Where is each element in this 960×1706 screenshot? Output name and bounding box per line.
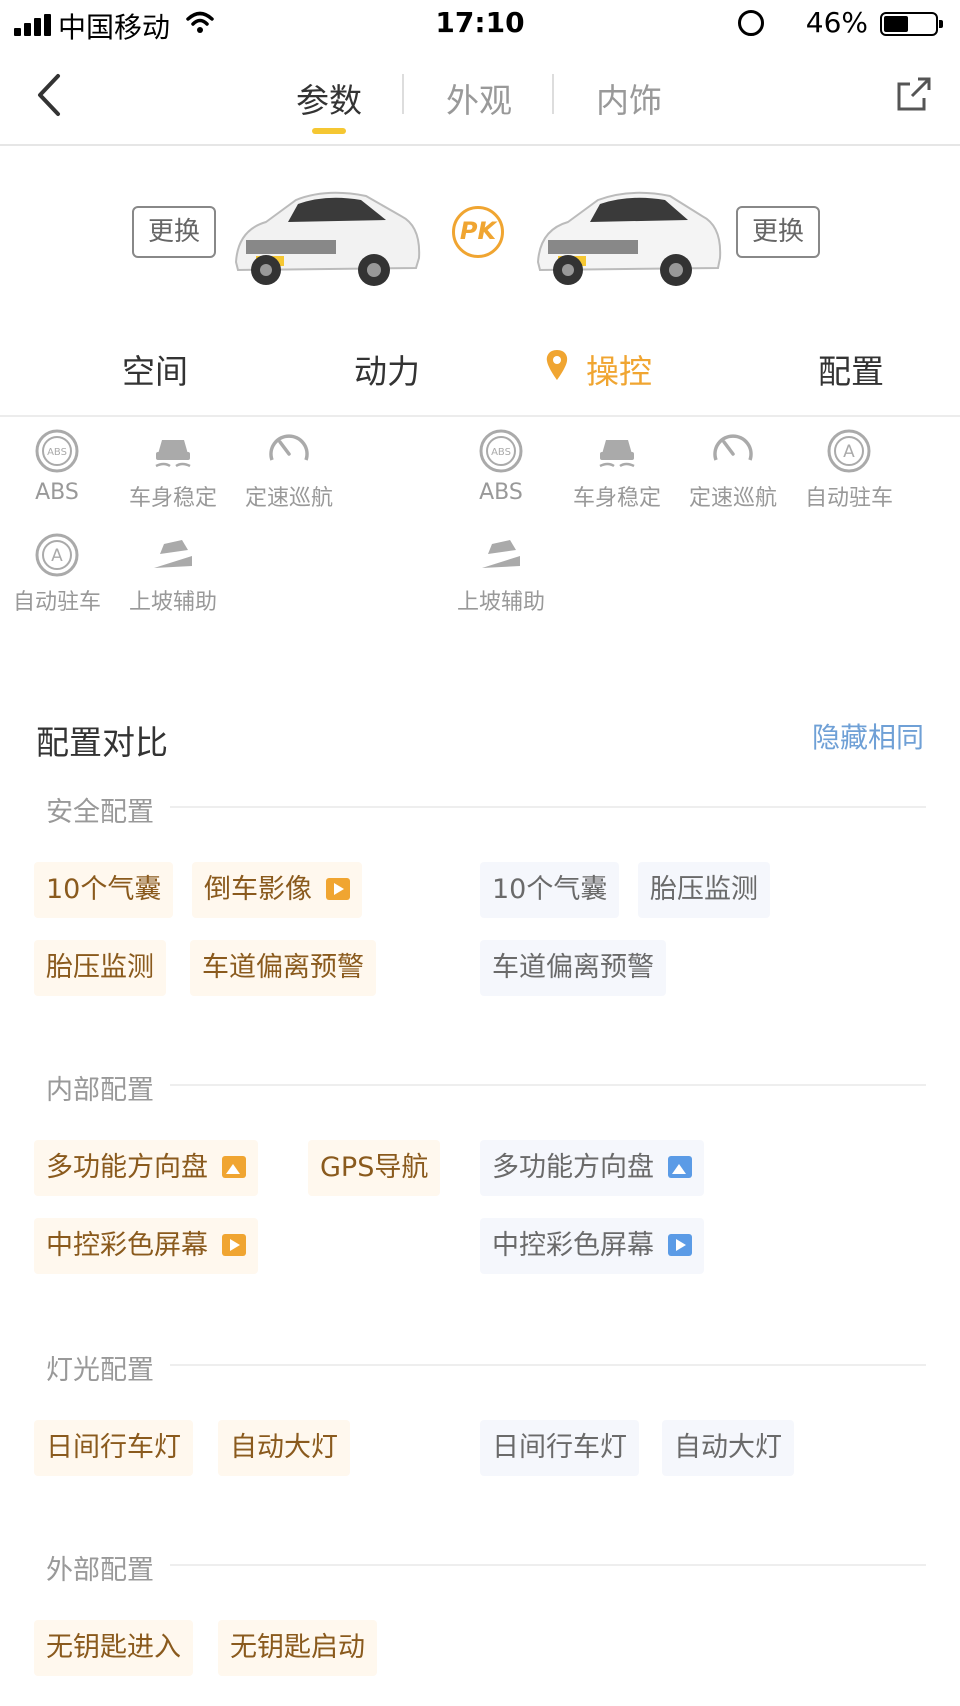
- tag-label: 多功能方向盘: [492, 1152, 654, 1183]
- feature-auto-hold: A 自动驻车: [2, 532, 112, 616]
- top-nav: 参数 外观 内饰: [0, 48, 960, 146]
- tab-divider: [552, 74, 554, 114]
- hill-assist-icon: [154, 540, 192, 568]
- config-tag-left: 胎压监测: [34, 940, 166, 996]
- tag-label: 中控彩色屏幕: [492, 1230, 654, 1261]
- svg-text:A: A: [843, 442, 855, 462]
- config-tag-right[interactable]: 多功能方向盘: [480, 1140, 704, 1196]
- abs-icon: ABS: [35, 429, 79, 473]
- config-tag-left: 10个气囊: [34, 862, 174, 918]
- tag-label: 多功能方向盘: [46, 1152, 208, 1183]
- feature-label: 上坡辅助: [128, 590, 217, 615]
- config-tag-left[interactable]: 多功能方向盘: [34, 1140, 258, 1196]
- video-icon: [222, 1233, 246, 1256]
- status-bar: 中国移动 17:10 46%: [0, 0, 960, 48]
- stability-icon: [155, 440, 191, 468]
- feature-abs: ABS ABS: [2, 428, 112, 505]
- category-config[interactable]: 配置: [818, 345, 884, 393]
- video-icon: [668, 1233, 692, 1256]
- feature-cruise: 定速巡航: [234, 428, 344, 512]
- share-icon[interactable]: [896, 76, 932, 112]
- feature-label: ABS: [35, 480, 79, 505]
- svg-text:ABS: ABS: [491, 447, 511, 458]
- cruise-icon: [713, 434, 753, 461]
- feature-abs: ABS ABS: [446, 428, 556, 505]
- feature-stability: 车身稳定: [562, 428, 672, 512]
- group-divider: [170, 806, 926, 808]
- group-divider: [170, 1084, 926, 1086]
- group-title-safety: 安全配置: [46, 797, 154, 828]
- divider: [0, 415, 960, 417]
- car-image-right: [536, 191, 722, 286]
- category-power[interactable]: 动力: [354, 345, 420, 393]
- tab-exterior[interactable]: 外观: [446, 74, 512, 122]
- feature-label: 定速巡航: [244, 486, 333, 511]
- feature-auto-hold: A 自动驻车: [794, 428, 904, 512]
- swap-car-left-button[interactable]: 更换: [132, 206, 216, 258]
- config-tag-right: 车道偏离预警: [480, 940, 666, 996]
- hill-assist-icon: [482, 540, 520, 568]
- config-tag-right: 10个气囊: [480, 862, 620, 918]
- config-tag-left[interactable]: 倒车影像: [192, 862, 362, 918]
- feature-label: ABS: [479, 480, 523, 505]
- swap-car-right-button[interactable]: 更换: [736, 206, 820, 258]
- config-tag-left: GPS导航: [308, 1140, 441, 1196]
- abs-icon: ABS: [479, 429, 523, 473]
- config-tag-right: 自动大灯: [662, 1420, 794, 1476]
- config-tag-left: 自动大灯: [218, 1420, 350, 1476]
- hide-same-link[interactable]: 隐藏相同: [812, 716, 924, 756]
- compare-title: 配置对比: [36, 723, 168, 762]
- feature-label: 上坡辅助: [456, 590, 545, 615]
- feature-label: 车身稳定: [128, 486, 217, 511]
- category-handling[interactable]: 操控: [586, 345, 652, 393]
- feature-stability: 车身稳定: [118, 428, 228, 512]
- pk-badge: PK: [452, 206, 504, 258]
- config-tag-right: 日间行车灯: [480, 1420, 639, 1476]
- rotation-lock-icon: [738, 10, 764, 36]
- group-divider: [170, 1364, 926, 1366]
- config-tag-left[interactable]: 中控彩色屏幕: [34, 1218, 258, 1274]
- group-title-lights: 灯光配置: [46, 1355, 154, 1386]
- stability-icon: [599, 440, 635, 468]
- group-divider: [170, 1564, 926, 1566]
- video-icon: [326, 877, 350, 900]
- svg-text:A: A: [51, 546, 63, 566]
- cruise-icon: [269, 434, 309, 461]
- tab-params[interactable]: 参数: [296, 74, 362, 122]
- config-tag-left: 无钥匙启动: [218, 1620, 377, 1676]
- config-tag-left: 车道偏离预警: [190, 940, 376, 996]
- feature-label: 自动驻车: [804, 486, 893, 511]
- feature-label: 自动驻车: [12, 590, 101, 615]
- tag-label: 倒车影像: [204, 874, 312, 905]
- image-icon: [222, 1155, 246, 1178]
- car-image-left: [234, 191, 421, 286]
- battery-percent: 46%: [805, 6, 868, 39]
- category-space[interactable]: 空间: [122, 345, 188, 393]
- config-tag-left: 无钥匙进入: [34, 1620, 193, 1676]
- tab-divider: [402, 74, 404, 114]
- feature-hill-assist: 上坡辅助: [118, 532, 228, 616]
- config-tag-left: 日间行车灯: [34, 1420, 193, 1476]
- auto-hold-icon: A: [827, 429, 871, 473]
- feature-label: 车身稳定: [572, 486, 661, 511]
- location-pin-icon: [546, 350, 568, 380]
- image-icon: [668, 1155, 692, 1178]
- svg-text:ABS: ABS: [47, 447, 67, 458]
- auto-hold-icon: A: [35, 533, 79, 577]
- config-tag-right: 胎压监测: [638, 862, 770, 918]
- tab-indicator: [312, 128, 346, 134]
- battery-icon: [880, 12, 943, 36]
- back-icon[interactable]: [30, 70, 70, 120]
- tag-label: 中控彩色屏幕: [46, 1230, 208, 1261]
- feature-hill-assist: 上坡辅助: [446, 532, 556, 616]
- group-title-interior: 内部配置: [46, 1075, 154, 1106]
- config-tag-right[interactable]: 中控彩色屏幕: [480, 1218, 704, 1274]
- tab-interior[interactable]: 内饰: [596, 74, 662, 122]
- group-title-exterior: 外部配置: [46, 1555, 154, 1586]
- feature-cruise: 定速巡航: [678, 428, 788, 512]
- feature-label: 定速巡航: [688, 486, 777, 511]
